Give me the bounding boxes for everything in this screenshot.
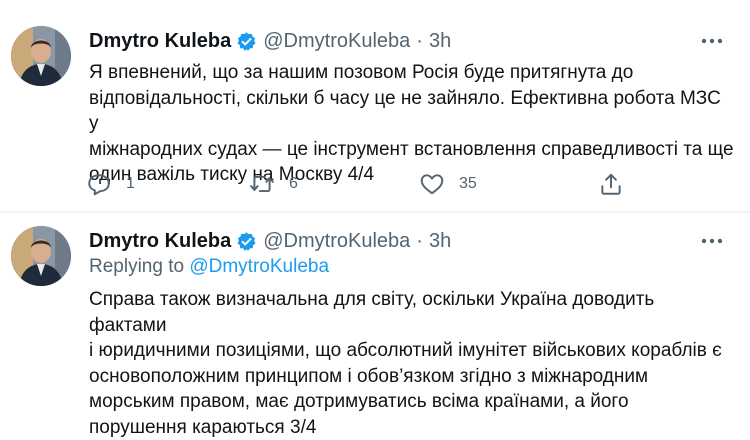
tweet[interactable]: Dmytro Kuleba @DmytroKuleba · 3h Replyin… [0,213,750,438]
more-icon[interactable] [700,229,724,253]
author-name[interactable]: Dmytro Kuleba [89,230,231,253]
tweet-header: Dmytro Kuleba @DmytroKuleba · 3h [89,227,451,255]
tweet[interactable]: Dmytro Kuleba @DmytroKuleba · 3h Я впевн… [0,0,750,212]
tweet-actions: 1 6 35 [86,170,626,198]
retweet-button[interactable]: 6 [249,170,298,198]
tweet-text: Я впевнений, що за нашим позовом Росія б… [89,62,734,185]
like-icon [419,171,445,197]
share-icon [598,171,624,197]
verified-icon [236,231,257,252]
more-icon[interactable] [700,29,724,53]
separator-dot: · [416,229,423,252]
avatar[interactable] [11,26,71,86]
reply-count: 1 [126,175,135,192]
like-button[interactable]: 35 [419,170,477,198]
replying-to: Replying to @DmytroKuleba [89,256,329,278]
reply-button[interactable]: 1 [86,170,135,198]
avatar[interactable] [11,226,71,286]
retweet-count: 6 [289,175,298,192]
reply-mention-link[interactable]: @DmytroKuleba [189,256,329,277]
timestamp[interactable]: 3h [429,230,451,253]
timestamp[interactable]: 3h [429,30,451,53]
author-handle[interactable]: @DmytroKuleba [263,230,410,253]
author-name[interactable]: Dmytro Kuleba [89,30,231,53]
share-button[interactable] [598,170,624,198]
retweet-icon [249,171,275,197]
replying-to-label: Replying to [89,256,190,277]
tweet-text: Справа також визначальна для світу, оскі… [89,289,722,438]
reply-icon [86,171,112,197]
like-count: 35 [459,175,477,192]
separator-dot: · [416,29,423,52]
author-handle[interactable]: @DmytroKuleba [263,30,410,53]
tweet-header: Dmytro Kuleba @DmytroKuleba · 3h [89,27,451,55]
verified-icon [236,31,257,52]
